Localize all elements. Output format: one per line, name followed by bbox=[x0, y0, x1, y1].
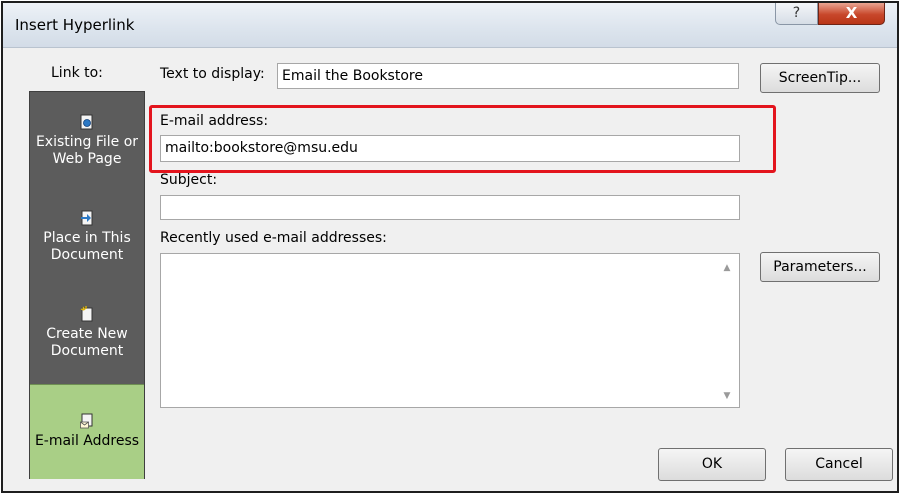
email-address-icon bbox=[80, 413, 93, 429]
text-to-display-input[interactable]: Email the Bookstore bbox=[277, 63, 739, 89]
screentip-button[interactable]: ScreenTip... bbox=[760, 63, 880, 93]
subject-input[interactable] bbox=[160, 195, 740, 220]
sidebar-item-label: E-mail Address bbox=[34, 433, 140, 449]
sidebar-item-label: Document bbox=[50, 343, 124, 359]
sidebar-item-label: Document bbox=[50, 247, 124, 263]
subject-label: Subject: bbox=[160, 172, 218, 188]
link-to-label: Link to: bbox=[51, 65, 103, 81]
text-to-display-label: Text to display: bbox=[160, 66, 265, 82]
ok-button[interactable]: OK bbox=[658, 448, 766, 481]
sidebar-item-existing-file[interactable]: Existing File or Web Page bbox=[30, 114, 144, 168]
help-button[interactable]: ? bbox=[775, 3, 818, 25]
sidebar-item-label: Web Page bbox=[52, 151, 122, 167]
insert-hyperlink-dialog: Insert Hyperlink ? X Link to: Existing F… bbox=[1, 1, 899, 493]
recent-addresses-list[interactable]: ▲ ▼ bbox=[160, 253, 740, 408]
cancel-button[interactable]: Cancel bbox=[785, 448, 893, 481]
close-button[interactable]: X bbox=[818, 3, 885, 25]
scroll-down-arrow-icon[interactable]: ▼ bbox=[717, 388, 737, 404]
sidebar-item-email-address[interactable]: E-mail Address bbox=[30, 384, 144, 479]
scroll-up-arrow-icon[interactable]: ▲ bbox=[717, 260, 737, 276]
recent-addresses-label: Recently used e-mail addresses: bbox=[160, 230, 387, 246]
sidebar-item-label: Place in This bbox=[43, 230, 131, 246]
web-page-icon bbox=[80, 114, 93, 130]
dialog-title: Insert Hyperlink bbox=[15, 16, 135, 34]
sidebar-item-label: Existing File or bbox=[35, 134, 139, 150]
sidebar-item-create-new-document[interactable]: Create New Document bbox=[30, 306, 144, 360]
parameters-button[interactable]: Parameters... bbox=[760, 252, 880, 282]
email-address-input[interactable]: mailto:bookstore@msu.edu bbox=[160, 135, 740, 162]
new-document-icon bbox=[80, 306, 93, 322]
email-address-label: E-mail address: bbox=[160, 113, 269, 129]
link-to-sidebar: Existing File or Web Page Place in This … bbox=[29, 91, 145, 479]
sidebar-item-place-in-document[interactable]: Place in This Document bbox=[30, 210, 144, 264]
title-bar[interactable]: Insert Hyperlink ? X bbox=[3, 3, 897, 48]
sidebar-item-label: Create New bbox=[46, 326, 128, 342]
place-in-document-icon bbox=[81, 210, 93, 226]
